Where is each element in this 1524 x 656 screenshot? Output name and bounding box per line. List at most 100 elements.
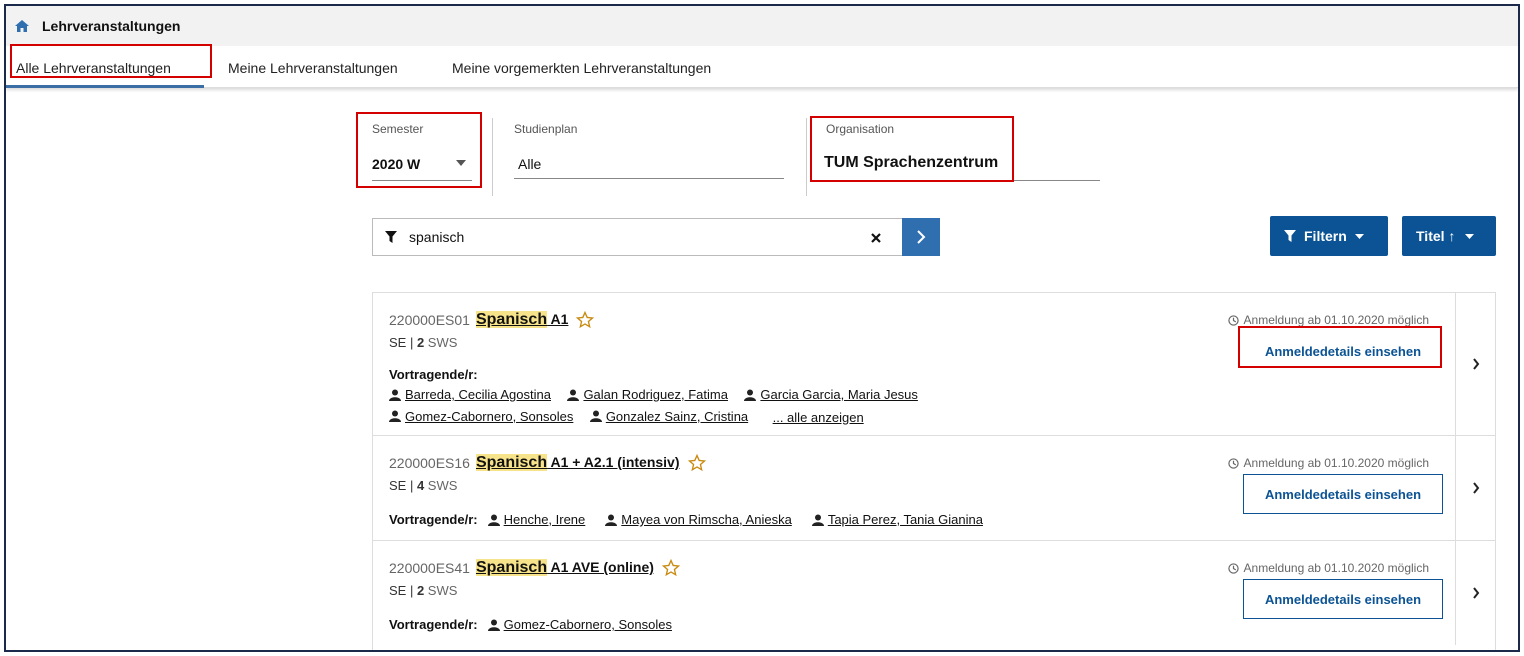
course-heading: 220000ES16 Spanisch A1 + A2.1 (intensiv) bbox=[389, 454, 706, 472]
open-course-button[interactable] bbox=[1455, 436, 1495, 540]
close-icon[interactable] bbox=[871, 233, 881, 243]
lecturer-name: Gonzalez Sainz, Cristina bbox=[605, 408, 749, 424]
registration-note: Anmeldung ab 01.10.2020 möglich bbox=[1227, 456, 1429, 470]
divider bbox=[492, 118, 493, 196]
filter-icon bbox=[385, 231, 397, 243]
tab-my-courses[interactable]: Meine Lehrveranstaltungen bbox=[228, 48, 398, 88]
course-title: A1 bbox=[547, 311, 569, 327]
search-highlight: Spanisch bbox=[475, 559, 548, 576]
lecturers-label: Vortragende/r: bbox=[389, 617, 478, 632]
course-title-link[interactable]: Spanisch A1 + A2.1 (intensiv) bbox=[475, 454, 680, 472]
lecturer-name: Galan Rodriguez, Fatima bbox=[583, 387, 728, 402]
person-icon bbox=[487, 514, 500, 526]
search-input[interactable] bbox=[409, 226, 849, 248]
lecturer-link[interactable]: Galan Rodriguez, Fatima bbox=[567, 387, 728, 402]
lecturer-link[interactable]: Gomez-Cabornero, Sonsoles bbox=[487, 617, 672, 632]
person-icon bbox=[589, 410, 602, 422]
lecturer-name: Gomez-Cabornero, Sonsoles bbox=[503, 617, 672, 632]
lecturer-list: Barreda, Cecilia Agostina Galan Rodrigue… bbox=[389, 387, 1089, 427]
course-title-link[interactable]: Spanisch A1 AVE (online) bbox=[475, 559, 654, 577]
lecturers-label: Vortragende/r: bbox=[389, 367, 478, 382]
lecturer-name: Tapia Perez, Tania Gianina bbox=[827, 512, 983, 527]
registration-note: Anmeldung ab 01.10.2020 möglich bbox=[1227, 561, 1429, 575]
semester-value: 2020 W bbox=[372, 156, 421, 172]
lecturer-name: Gomez-Cabornero, Sonsoles bbox=[405, 408, 574, 424]
lecturer-name: Henche, Irene bbox=[503, 512, 586, 527]
registration-details-button[interactable]: Anmeldedetails einsehen bbox=[1243, 579, 1443, 619]
chevron-right-icon bbox=[1472, 358, 1479, 370]
lecturer-name: Garcia Garcia, Maria Jesus bbox=[760, 387, 918, 402]
course-title-link[interactable]: Spanisch A1 bbox=[475, 311, 569, 329]
star-icon[interactable] bbox=[661, 559, 680, 577]
course-meta: SE | 2 SWS bbox=[389, 583, 457, 598]
lecturer-link[interactable]: Mayea von Rimscha, Anieska bbox=[605, 512, 792, 527]
course-heading: 220000ES41 Spanisch A1 AVE (online) bbox=[389, 559, 680, 577]
organisation-underline bbox=[812, 180, 1100, 181]
person-icon bbox=[487, 619, 500, 631]
tab-bookmarked-courses[interactable]: Meine vorgemerkten Lehrveranstaltungen bbox=[452, 48, 711, 88]
chevron-right-icon bbox=[917, 230, 926, 244]
course-type: SE | bbox=[389, 583, 417, 598]
divider bbox=[806, 118, 807, 196]
registration-details-button[interactable]: Anmeldedetails einsehen bbox=[1243, 474, 1443, 514]
lecturer-link[interactable]: Henche, Irene bbox=[487, 512, 586, 527]
registration-details-button[interactable]: Anmeldedetails einsehen bbox=[1243, 331, 1443, 371]
sort-button-label: Titel ↑ bbox=[1416, 228, 1456, 244]
person-icon bbox=[567, 389, 580, 401]
course-card[interactable]: 220000ES41 Spanisch A1 AVE (online) SE |… bbox=[372, 540, 1496, 650]
chevron-down-icon bbox=[456, 160, 466, 166]
registration-note-text: Anmeldung ab 01.10.2020 möglich bbox=[1243, 313, 1429, 327]
course-meta: SE | 2 SWS bbox=[389, 335, 457, 350]
tab-bar: Alle Lehrveranstaltungen Meine Lehrveran… bbox=[6, 48, 1518, 88]
lecturer-name: Mayea von Rimscha, Anieska bbox=[621, 512, 792, 527]
person-icon bbox=[605, 514, 618, 526]
lecturer-name: Barreda, Cecilia Agostina bbox=[405, 387, 551, 402]
chevron-down-icon bbox=[1465, 233, 1475, 239]
chevron-down-icon bbox=[1354, 233, 1364, 239]
organisation-label: Organisation bbox=[826, 122, 895, 136]
tab-label: Meine vorgemerkten Lehrveranstaltungen bbox=[452, 60, 712, 76]
person-icon bbox=[389, 389, 401, 401]
star-icon[interactable] bbox=[576, 311, 595, 329]
sort-button[interactable]: Titel ↑ bbox=[1402, 216, 1496, 256]
filter-button-label: Filtern bbox=[1304, 228, 1347, 244]
tab-label: Alle Lehrveranstaltungen bbox=[16, 60, 171, 76]
lecturer-link[interactable]: Gonzalez Sainz, Cristina bbox=[589, 408, 749, 424]
course-type: SE | bbox=[389, 335, 417, 350]
filter-button[interactable]: Filtern bbox=[1270, 216, 1388, 256]
clock-icon bbox=[1227, 314, 1239, 326]
course-heading: 220000ES01 Spanisch A1 bbox=[389, 311, 595, 329]
filter-icon bbox=[1284, 230, 1296, 242]
home-icon[interactable] bbox=[14, 18, 30, 34]
page-title: Lehrveranstaltungen bbox=[42, 18, 181, 34]
lecturer-link[interactable]: Tapia Perez, Tania Gianina bbox=[811, 512, 983, 527]
registration-note-text: Anmeldung ab 01.10.2020 möglich bbox=[1243, 561, 1429, 575]
top-bar: Lehrveranstaltungen bbox=[6, 6, 1518, 46]
person-icon bbox=[811, 514, 824, 526]
chevron-right-icon bbox=[1472, 482, 1479, 494]
tab-label: Meine Lehrveranstaltungen bbox=[228, 60, 398, 76]
organisation-value: TUM Sprachenzentrum bbox=[824, 154, 999, 171]
lecturer-link[interactable]: Garcia Garcia, Maria Jesus bbox=[744, 387, 918, 402]
search-box bbox=[372, 218, 902, 256]
course-card[interactable]: 220000ES01 Spanisch A1 SE | 2 SWS Vortra… bbox=[372, 292, 1496, 436]
lecturer-link[interactable]: Barreda, Cecilia Agostina bbox=[389, 387, 551, 402]
show-all-lecturers-link[interactable]: ... alle anzeigen bbox=[773, 410, 864, 425]
course-sws-label: SWS bbox=[424, 478, 458, 493]
chevron-right-icon bbox=[1472, 587, 1479, 599]
app-frame: Lehrveranstaltungen Alle Lehrveranstaltu… bbox=[4, 4, 1520, 652]
registration-note: Anmeldung ab 01.10.2020 möglich bbox=[1227, 313, 1429, 327]
search-highlight: Spanisch bbox=[475, 454, 548, 471]
person-icon bbox=[389, 410, 401, 422]
course-code: 220000ES01 bbox=[389, 312, 470, 328]
open-course-button[interactable] bbox=[1455, 293, 1495, 435]
course-type: SE | bbox=[389, 478, 417, 493]
open-course-button[interactable] bbox=[1455, 541, 1495, 645]
lecturer-link[interactable]: Gomez-Cabornero, Sonsoles bbox=[389, 409, 573, 424]
search-submit-button[interactable] bbox=[902, 218, 940, 256]
tab-all-courses[interactable]: Alle Lehrveranstaltungen bbox=[6, 48, 204, 88]
course-card[interactable]: 220000ES16 Spanisch A1 + A2.1 (intensiv)… bbox=[372, 435, 1496, 541]
star-icon[interactable] bbox=[687, 454, 706, 472]
lecturer-list: Vortragende/r: Gomez-Cabornero, Sonsoles bbox=[389, 617, 684, 632]
course-title: A1 + A2.1 (intensiv) bbox=[547, 454, 680, 470]
